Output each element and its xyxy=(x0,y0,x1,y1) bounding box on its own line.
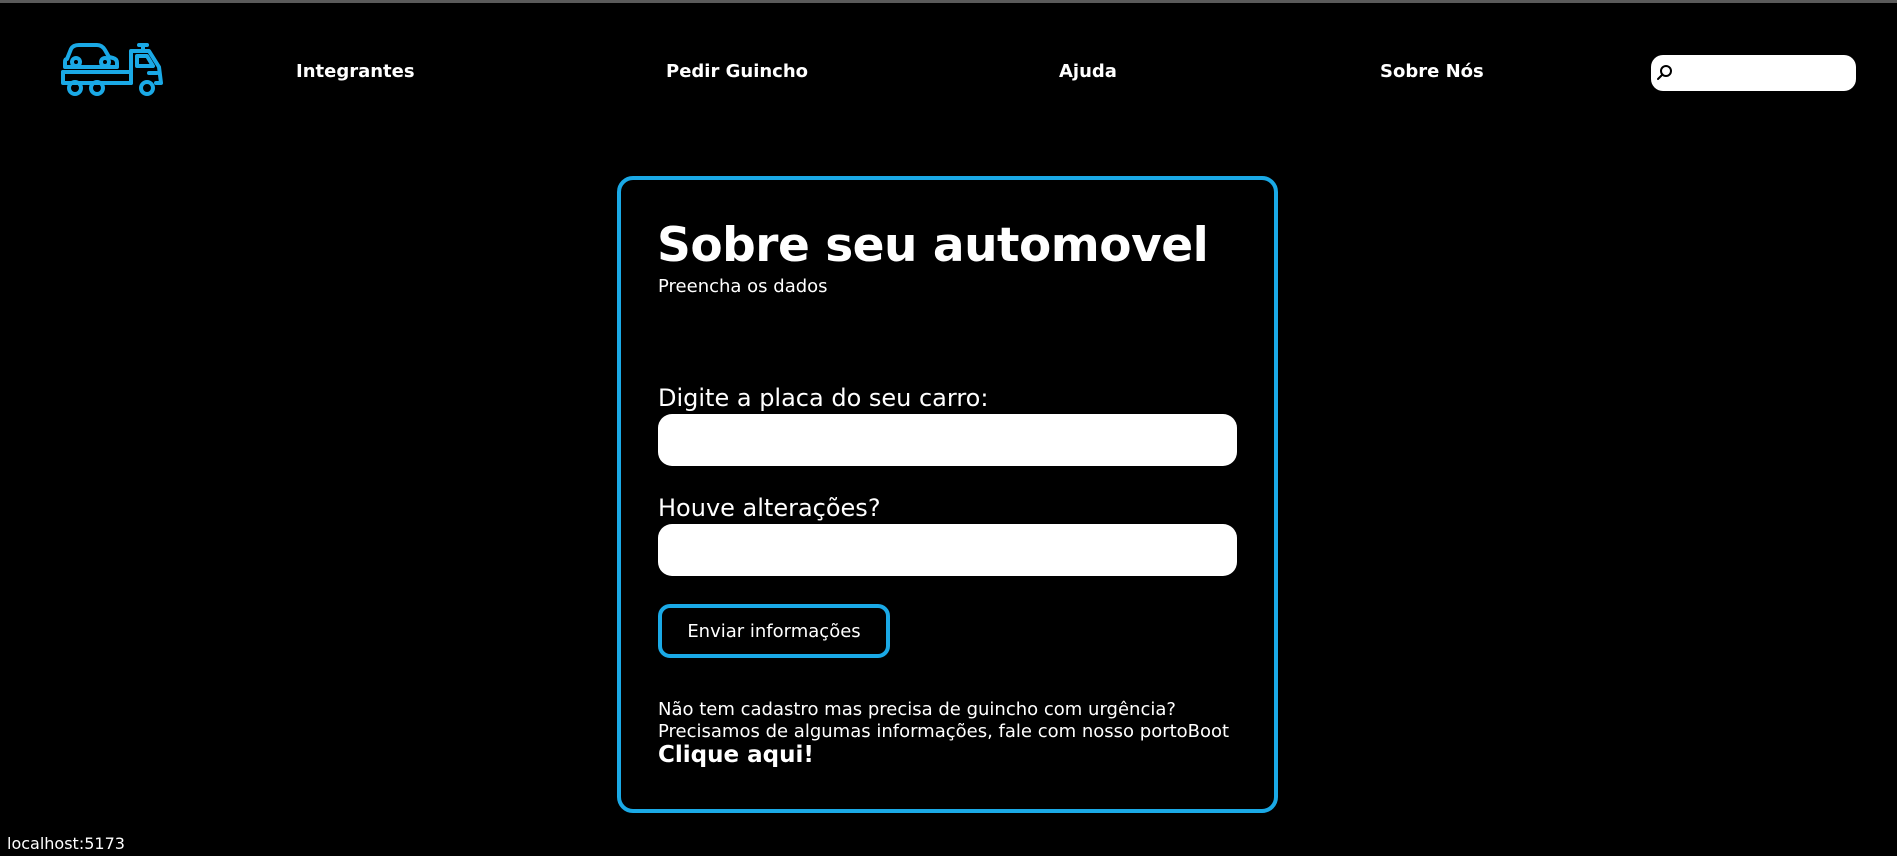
tow-truck-icon[interactable] xyxy=(61,37,165,99)
portoboot-note: Precisamos de algumas informações, fale … xyxy=(658,721,1230,742)
site-header: Integrantes Pedir Guincho Ajuda Sobre Nó… xyxy=(0,3,1897,138)
nav-link-ajuda[interactable]: Ajuda xyxy=(1059,61,1117,82)
page-subtitle: Preencha os dados xyxy=(658,276,828,297)
modifications-label: Houve alterações? xyxy=(658,494,881,522)
page-title: Sobre seu automovel xyxy=(657,218,1209,273)
status-bar-url: localhost:5173 xyxy=(7,834,125,853)
plate-label: Digite a placa do seu carro: xyxy=(658,384,989,412)
search-icon xyxy=(1657,65,1672,80)
search-box[interactable] xyxy=(1651,55,1856,91)
no-account-note: Não tem cadastro mas precisa de guincho … xyxy=(658,699,1176,720)
submit-info-button[interactable]: Enviar informações xyxy=(658,604,890,658)
nav-link-integrantes[interactable]: Integrantes xyxy=(296,61,415,82)
modifications-input[interactable] xyxy=(658,524,1237,576)
nav-link-sobre-nos[interactable]: Sobre Nós xyxy=(1380,61,1484,82)
click-here-link[interactable]: Clique aqui! xyxy=(658,742,814,768)
nav-link-pedir-guincho[interactable]: Pedir Guincho xyxy=(666,61,808,82)
plate-input[interactable] xyxy=(658,414,1237,466)
search-input[interactable] xyxy=(1677,59,1853,89)
